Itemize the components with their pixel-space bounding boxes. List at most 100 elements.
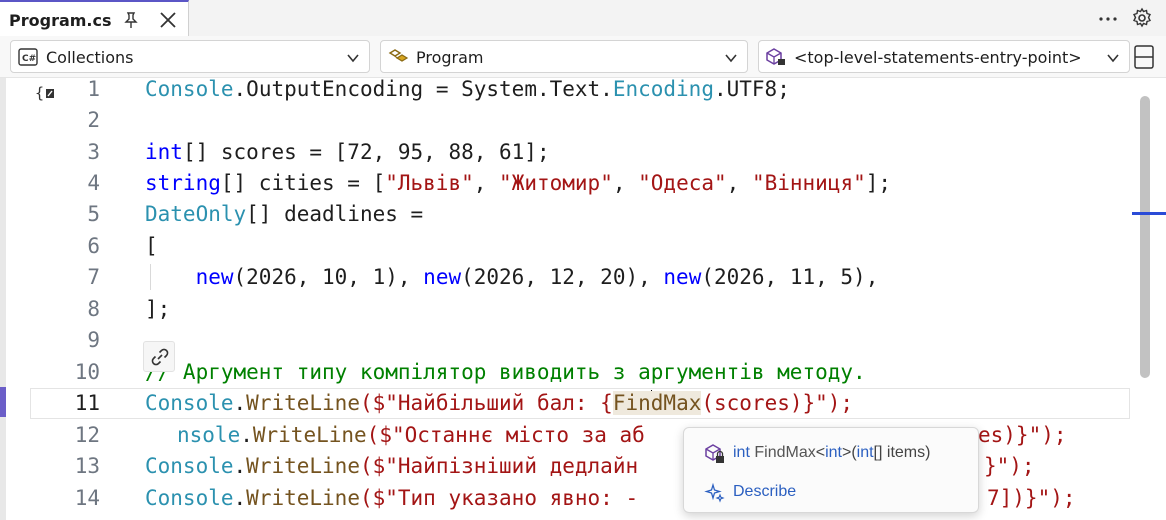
project-label: Collections — [46, 48, 134, 67]
token-string: ($"Останнє місто за аб — [366, 423, 645, 447]
more-icon[interactable] — [1096, 6, 1120, 30]
token-string: (scores)}"); — [701, 391, 854, 415]
line-number: 3 — [87, 140, 100, 164]
sig-lt: < — [815, 444, 826, 461]
pin-icon[interactable] — [120, 9, 142, 31]
line-number: 8 — [87, 297, 100, 321]
chevron-down-icon — [346, 50, 360, 64]
token-string: ($"Тип указано явно: - — [359, 486, 639, 510]
code-token: new — [195, 265, 234, 289]
code-token: "Вінниця" — [751, 171, 866, 195]
scrollbar-thumb[interactable] — [1140, 96, 1150, 378]
selection-margin — [0, 78, 6, 520]
code-token: . — [233, 77, 247, 101]
code-token: .UTF8; — [713, 77, 790, 101]
code-token: // Аргумент типу компілятор виводить з а… — [145, 360, 866, 384]
code-line-13: Console.WriteLine($"Найпізніший дедлайн — [145, 451, 638, 482]
code-line-11: Console.WriteLine($"Найбільший бал: {Fin… — [145, 388, 853, 419]
code-line-12: nsole.WriteLine($"Останнє місто за аб — [177, 420, 645, 451]
line-number: 13 — [74, 454, 100, 478]
token-method: WriteLine — [252, 423, 367, 447]
class-icon — [387, 47, 409, 67]
token-method-highlight: Fin — [612, 391, 651, 415]
code-token: (2026, 11, 5), — [701, 265, 879, 289]
sig-return-type: int — [733, 444, 750, 461]
sig-method-name: FindMax — [754, 444, 816, 461]
code-token: , — [726, 171, 752, 195]
token-type: Console — [145, 454, 234, 478]
close-icon[interactable] — [156, 8, 180, 32]
line-number: 14 — [74, 486, 100, 510]
token-punct: . — [233, 391, 247, 415]
method-lock-icon — [704, 443, 726, 465]
code-token: string — [145, 171, 221, 195]
type-dropdown[interactable]: Program — [380, 40, 748, 73]
navigation-bar: C# Collections Program <top-level-statem… — [0, 36, 1166, 78]
line-number: 1 — [87, 77, 100, 101]
token-type: Console — [145, 391, 234, 415]
vertical-scrollbar[interactable] — [1130, 78, 1166, 520]
code-token: new — [423, 265, 462, 289]
sparkle-icon — [704, 482, 726, 504]
describe-label: Describe — [733, 483, 797, 500]
member-label: <top-level-statements-entry-point> — [794, 48, 1082, 67]
token-method: WriteLine — [246, 391, 360, 415]
code-line-1: Console.OutputEncoding = System.Text.Enc… — [145, 74, 790, 105]
member-dropdown[interactable]: <top-level-statements-entry-point> — [758, 40, 1130, 73]
method-signature-row[interactable]: int FindMax<int>(int[] items) — [684, 436, 978, 470]
code-token: (2026, 10, 1), — [233, 265, 424, 289]
gear-icon[interactable] — [1130, 6, 1154, 30]
method-lock-icon — [765, 47, 787, 67]
svg-text:C#: C# — [22, 54, 36, 64]
code-line-7: new(2026, 10, 1), new(2026, 12, 20), new… — [145, 262, 879, 293]
scrollbar-caret-marker — [1132, 212, 1166, 215]
line-number: 9 — [87, 328, 100, 352]
code-token: [] — [182, 140, 221, 164]
code-token: ]; — [145, 297, 171, 321]
code-editor[interactable]: { 1 2 3 4 5 6 7 8 9 10 11 12 13 14 Conso… — [0, 77, 1166, 520]
code-line-4: string[] cities = ["Львів", "Житомир", "… — [145, 168, 891, 199]
code-token: "Житомир" — [499, 171, 613, 195]
project-dropdown[interactable]: C# Collections — [10, 40, 370, 73]
code-line-3: int[] scores = [72, 95, 88, 61]; — [145, 137, 550, 168]
code-token: , — [612, 171, 639, 195]
code-token: cities = [ — [258, 171, 386, 195]
token-method-highlight: dMax — [650, 391, 702, 415]
code-token: "Одеса" — [638, 171, 727, 195]
line-number: 12 — [74, 423, 100, 447]
token-method: WriteLine — [246, 454, 360, 478]
chevron-down-icon — [724, 50, 738, 64]
code-line-10: // Аргумент типу компілятор виводить з а… — [145, 357, 866, 388]
describe-action[interactable]: Describe — [684, 475, 978, 509]
code-token: Encoding — [612, 77, 714, 101]
method-signature: int FindMax<int>(int[] items) — [733, 444, 930, 462]
token-method: WriteLine — [246, 486, 360, 510]
chevron-down-icon — [1106, 50, 1120, 64]
code-line-14: Console.WriteLine($"Тип указано явно: - — [145, 483, 638, 514]
code-token: , — [473, 171, 500, 195]
current-line-marker — [0, 387, 6, 417]
code-line-8: ]; — [145, 294, 170, 325]
sig-type-arg: int — [825, 444, 842, 461]
token-string: }"); — [984, 454, 1035, 478]
code-line-12-tail: es)}"); — [978, 420, 1067, 451]
token-plain: nsole — [177, 423, 241, 447]
quick-action-button[interactable] — [143, 341, 175, 372]
line-number: 10 — [74, 360, 100, 384]
line-number: 2 — [87, 108, 100, 132]
token-string: ($"Найбільший бал: { — [359, 391, 613, 415]
code-token: scores = [72, 95, 88, 61]; — [220, 140, 550, 164]
line-number: 4 — [87, 171, 100, 195]
code-token: [] — [220, 171, 259, 195]
code-token: new — [663, 265, 702, 289]
code-token: DateOnly — [145, 202, 247, 226]
type-label: Program — [416, 48, 484, 67]
split-icon[interactable] — [1128, 40, 1160, 73]
link-icon — [151, 348, 169, 366]
code-token: deadlines = — [284, 202, 424, 226]
code-token: Console — [145, 77, 234, 101]
token-string: 7])}"); — [987, 486, 1076, 510]
code-token: int — [145, 140, 183, 164]
tab-program-cs[interactable]: Program.cs — [0, 0, 189, 37]
